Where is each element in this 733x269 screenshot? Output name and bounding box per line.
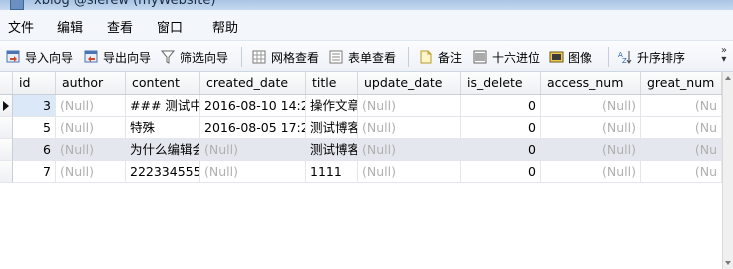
cell-content[interactable]: ### 测试中 [126,95,200,117]
menu-file[interactable]: 文件 [8,17,34,36]
cell-created-date[interactable]: 2016-08-10 14:24: [200,95,306,117]
window-titlebar: xblog @slerew (myWebsite) [0,0,733,10]
cell-great-num[interactable]: (Nu [641,161,722,183]
column-header-author[interactable]: author [56,72,126,94]
menu-edit[interactable]: 编辑 [57,17,83,36]
cell-author[interactable]: (Null) [56,95,126,117]
cell-created-date[interactable]: (Null) [200,139,306,161]
column-header-access-num[interactable]: access_num [541,72,641,94]
form-view-button[interactable]: 表单查看 [329,48,396,66]
column-header-update-date[interactable]: update_date [358,72,461,94]
export-icon [84,50,99,64]
cell-update-date[interactable]: (Null) [358,161,461,183]
column-header-id[interactable]: id [13,72,56,94]
hex-icon [473,50,488,64]
cell-access-num[interactable]: (Null) [541,95,641,117]
cell-update-date[interactable]: (Null) [358,139,461,161]
form-icon [329,50,344,64]
column-header-title[interactable]: title [306,72,358,94]
cell-title[interactable]: 测试博客 [306,117,358,139]
window-title: xblog @slerew (myWebsite) [34,0,216,8]
cell-id[interactable]: 6 [13,139,56,161]
toolbar-overflow-button[interactable]: » ▾ [721,46,727,65]
export-wizard-button[interactable]: 导出向导 [84,48,151,66]
cell-title[interactable]: 1111 [306,161,358,183]
menu-window[interactable]: 窗口 [157,17,183,36]
row-header-corner [0,72,13,94]
column-header-content[interactable]: content [126,72,200,94]
vertical-scrollbar[interactable] [722,72,733,269]
column-header-created-date[interactable]: created_date [200,72,306,94]
row-selector[interactable] [0,161,13,183]
grid-view-button[interactable]: 网格查看 [252,48,319,66]
svg-text:Z: Z [622,57,627,64]
table-row[interactable]: 7 (Null) 2223345555 (Null) 1111 (Null) 0… [0,161,722,183]
cell-author[interactable]: (Null) [56,139,126,161]
memo-icon [419,50,434,64]
menu-help[interactable]: 帮助 [212,17,238,36]
cell-is-delete[interactable]: 0 [461,139,541,161]
cell-content[interactable]: 特殊 [126,117,200,139]
filter-wizard-button[interactable]: 筛选向导 [160,48,228,66]
cell-created-date[interactable]: 2016-08-05 17:24: [200,117,306,139]
cell-id[interactable]: 5 [13,117,56,139]
scroll-down-arrow-icon[interactable] [725,261,731,265]
memo-button[interactable]: 备注 [419,48,462,66]
cell-access-num[interactable]: (Null) [541,139,641,161]
app-icon [10,0,24,10]
chevron-down-icon: ▾ [721,54,727,65]
sort-az-icon: AZ [618,50,633,65]
cell-is-delete[interactable]: 0 [461,161,541,183]
table-row[interactable]: 6 (Null) 为什么编辑会 (Null) 测试博客 (Null) 0 (Nu… [0,139,722,161]
cell-created-date[interactable]: (Null) [200,161,306,183]
cell-title[interactable]: 测试博客 [306,139,358,161]
toolbar-separator [241,47,242,67]
scroll-up-arrow-icon[interactable] [725,76,731,80]
cell-update-date[interactable]: (Null) [358,95,461,117]
data-grid: id author content created_date title upd… [0,72,722,269]
table-row[interactable]: 3 (Null) ### 测试中 2016-08-10 14:24: 操作文章 … [0,95,722,117]
image-icon [549,50,564,64]
cell-content[interactable]: 2223345555 [126,161,200,183]
grid-header: id author content created_date title upd… [0,72,722,95]
row-selector[interactable] [0,139,13,161]
cell-access-num[interactable]: (Null) [541,117,641,139]
menu-view[interactable]: 查看 [107,17,133,36]
cell-author[interactable]: (Null) [56,117,126,139]
cell-great-num[interactable]: (Nu [641,95,722,117]
cell-content[interactable]: 为什么编辑会 [126,139,200,161]
column-header-great-num[interactable]: great_num [641,72,722,94]
column-header-is-delete[interactable]: is_delete [461,72,541,94]
table-row[interactable]: 5 (Null) 特殊 2016-08-05 17:24: 测试博客 (Null… [0,117,722,139]
filter-icon [160,50,176,64]
cell-great-num[interactable]: (Nu [641,139,722,161]
cell-id[interactable]: 7 [13,161,56,183]
row-selector[interactable] [0,117,13,139]
image-button[interactable]: 图像 [549,48,592,66]
cell-update-date[interactable]: (Null) [358,117,461,139]
cell-is-delete[interactable]: 0 [461,95,541,117]
grid-icon [252,50,267,64]
sort-ascending-button[interactable]: AZ 升序排序 [618,48,685,66]
cell-is-delete[interactable]: 0 [461,117,541,139]
current-row-arrow-icon [3,101,9,111]
import-wizard-button[interactable]: 导入向导 [6,48,73,66]
cell-title[interactable]: 操作文章 [306,95,358,117]
cell-id[interactable]: 3 [13,95,56,117]
menu-bar: 文件 编辑 查看 窗口 帮助 [0,10,733,41]
import-icon [6,50,21,64]
toolbar: 导入向导 导出向导 筛选向导 网格查看 表单查看 备注 十六进位 图像 A Z … [0,41,733,72]
toolbar-separator [408,47,409,67]
cell-author[interactable]: (Null) [56,161,126,183]
cell-great-num[interactable]: (Nu [641,117,722,139]
toolbar-separator [608,47,609,67]
hex-button[interactable]: 十六进位 [473,48,540,66]
cell-access-num[interactable]: (Null) [541,161,641,183]
row-selector[interactable] [0,95,13,117]
